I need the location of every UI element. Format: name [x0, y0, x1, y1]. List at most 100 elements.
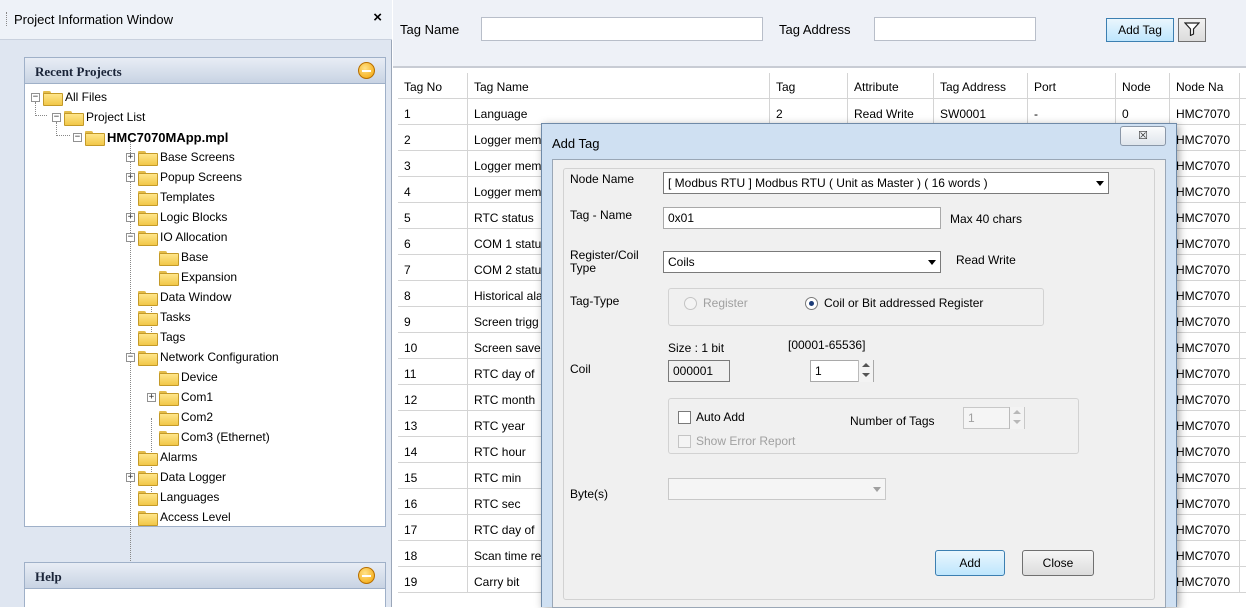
- cell-tag-name: Language: [468, 99, 770, 125]
- cell-node-name: HMC7070: [1170, 489, 1240, 515]
- coil-radio[interactable]: [805, 297, 818, 310]
- cell-tag-no: 7: [398, 255, 468, 281]
- spin-arrows-icon[interactable]: [858, 360, 873, 382]
- number-of-tags-stepper[interactable]: 1: [963, 407, 1025, 429]
- tree-node-alarms[interactable]: Alarms: [126, 448, 197, 466]
- tree-node-com3[interactable]: Com3 (Ethernet): [147, 428, 270, 446]
- node-name-select[interactable]: [ Modbus RTU ] Modbus RTU ( Unit as Mast…: [663, 172, 1109, 194]
- dialog-title: Add Tag: [552, 136, 600, 151]
- collapse-icon[interactable]: [358, 62, 375, 79]
- cell-tag-no: 18: [398, 541, 468, 567]
- collapse-toggle-icon[interactable]: −: [52, 112, 61, 122]
- tree-node-access-level[interactable]: Access Level: [126, 508, 231, 526]
- dialog-close-icon[interactable]: ☒: [1120, 126, 1166, 146]
- tag-type-label: Tag-Type: [570, 294, 620, 308]
- cell-tag-no: 16: [398, 489, 468, 515]
- tree-node-tags[interactable]: Tags: [126, 328, 186, 346]
- cell-node-name: HMC7070: [1170, 229, 1240, 255]
- cell-node-name: HMC7070: [1170, 99, 1240, 125]
- tree-node-tasks[interactable]: Tasks: [126, 308, 191, 326]
- tree-node-network-configuration[interactable]: − Network Configuration: [126, 348, 279, 366]
- register-coil-type-select[interactable]: Coils: [663, 251, 941, 273]
- show-error-checkbox[interactable]: [678, 435, 691, 448]
- column-header-tag-address[interactable]: Tag Address: [934, 73, 1028, 99]
- column-header-attribute[interactable]: Attribute: [848, 73, 934, 99]
- column-header-tag-no[interactable]: Tag No: [398, 73, 468, 99]
- address-range-label: [00001-65536]: [788, 338, 866, 352]
- number-of-tags-label: Number of Tags: [850, 414, 935, 428]
- filter-icon: [1183, 21, 1201, 36]
- folder-icon: [138, 210, 158, 226]
- tree-node-base[interactable]: Base: [147, 248, 208, 266]
- tree-node-com2[interactable]: Com2: [147, 408, 213, 426]
- cell-node-name: HMC7070: [1170, 385, 1240, 411]
- collapse-toggle-icon[interactable]: −: [126, 352, 135, 362]
- tree-node-base-screens[interactable]: + Base Screens: [126, 148, 235, 166]
- cell-node-name: HMC7070: [1170, 307, 1240, 333]
- expand-toggle-icon[interactable]: +: [126, 152, 135, 162]
- recent-projects-pane: Recent Projects − All Files − Project Li…: [24, 57, 386, 567]
- tree-node-all-files[interactable]: − All Files: [31, 88, 107, 106]
- tree-node-data-logger[interactable]: + Data Logger: [126, 468, 226, 486]
- cell-tag-no: 10: [398, 333, 468, 359]
- spin-arrows-icon[interactable]: [1009, 407, 1024, 429]
- tag-address-input[interactable]: [874, 17, 1036, 41]
- cell-node-name: HMC7070: [1170, 437, 1240, 463]
- collapse-toggle-icon[interactable]: −: [126, 232, 135, 242]
- tree-node-expansion[interactable]: Expansion: [147, 268, 237, 286]
- column-header-node[interactable]: Node: [1116, 73, 1170, 99]
- register-radio[interactable]: [684, 297, 697, 310]
- folder-icon: [138, 190, 158, 206]
- recent-projects-header[interactable]: Recent Projects: [25, 58, 385, 84]
- tree-node-templates[interactable]: Templates: [126, 188, 215, 206]
- column-header-tag-name[interactable]: Tag Name: [468, 73, 770, 99]
- table-header-row: Tag No Tag Name Tag Attribute Tag Address Por…: [398, 73, 1246, 99]
- coil-number-stepper[interactable]: 1: [810, 360, 874, 382]
- column-header-node-name[interactable]: Node Na: [1170, 73, 1240, 99]
- folder-icon: [159, 410, 179, 426]
- expand-toggle-icon[interactable]: +: [147, 392, 156, 402]
- tag-name-label: Tag Name: [400, 22, 460, 37]
- tree-node-languages[interactable]: Languages: [126, 488, 219, 506]
- tree-node-logic-blocks[interactable]: + Logic Blocks: [126, 208, 227, 226]
- tree-node-io-allocation[interactable]: − IO Allocation: [126, 228, 227, 246]
- close-button[interactable]: Close: [1022, 550, 1094, 576]
- cell-tag-no: 6: [398, 229, 468, 255]
- expand-toggle-icon[interactable]: +: [126, 472, 135, 482]
- bytes-select[interactable]: [668, 478, 886, 500]
- expand-toggle-icon[interactable]: +: [126, 212, 135, 222]
- collapse-icon[interactable]: [358, 567, 375, 584]
- expand-toggle-icon[interactable]: +: [126, 172, 135, 182]
- cell-tag-no: 14: [398, 437, 468, 463]
- filter-button[interactable]: [1178, 18, 1206, 42]
- collapse-toggle-icon[interactable]: −: [31, 92, 40, 102]
- cell-attribute: Read Write: [848, 99, 934, 125]
- cell-node-name: HMC7070: [1170, 255, 1240, 281]
- cell-tag-no: 12: [398, 385, 468, 411]
- tree-node-data-window[interactable]: Data Window: [126, 288, 231, 306]
- cell-node-name: HMC7070: [1170, 463, 1240, 489]
- tree-node-project-file[interactable]: − HMC7070MApp.mpl: [73, 128, 228, 146]
- add-button[interactable]: Add: [935, 550, 1005, 576]
- tag-name-input[interactable]: [481, 17, 763, 41]
- register-radio-label: Register: [703, 296, 748, 310]
- tag-name-field[interactable]: 0x01: [663, 207, 941, 229]
- size-label: Size : 1 bit: [668, 341, 725, 355]
- panel-title-bar: Project Information Window ×: [0, 0, 392, 40]
- auto-add-checkbox[interactable]: [678, 411, 691, 424]
- add-tag-button[interactable]: Add Tag: [1106, 18, 1174, 42]
- tree-node-com1[interactable]: + Com1: [147, 388, 213, 406]
- table-row[interactable]: 1 Language 2 Read Write SW0001-0 HMC7070: [398, 99, 1246, 125]
- column-header-port[interactable]: Port: [1028, 73, 1116, 99]
- tree-node-project-list[interactable]: − Project List: [52, 108, 145, 126]
- collapse-toggle-icon[interactable]: −: [73, 132, 82, 142]
- tree-node-device[interactable]: Device: [147, 368, 218, 386]
- folder-icon: [138, 510, 158, 526]
- drag-grip[interactable]: [6, 12, 8, 26]
- tree-node-popup-screens[interactable]: + Popup Screens: [126, 168, 242, 186]
- close-panel-icon[interactable]: ×: [373, 9, 382, 26]
- help-header[interactable]: Help: [25, 563, 385, 589]
- cell-node-name: HMC7070: [1170, 515, 1240, 541]
- folder-icon: [138, 350, 158, 366]
- column-header-tag[interactable]: Tag: [770, 73, 848, 99]
